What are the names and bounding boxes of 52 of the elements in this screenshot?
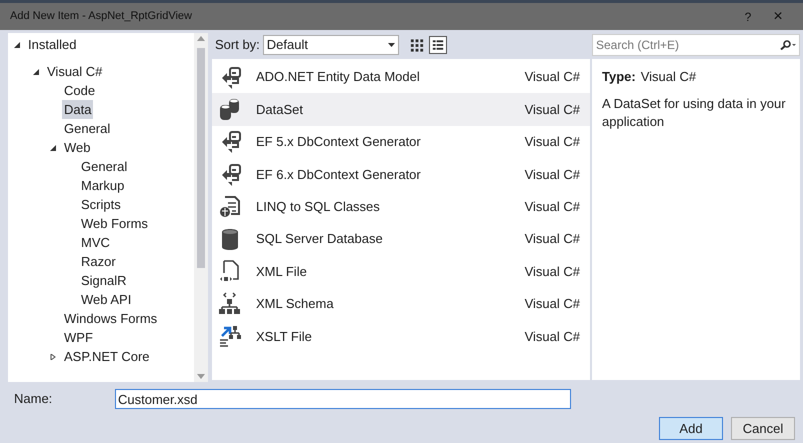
tree-item[interactable]: SignalR	[79, 270, 129, 290]
tree-item[interactable]: Razor	[79, 252, 118, 272]
transform-arrow-icon	[218, 324, 242, 349]
hierarchy-icon	[218, 291, 242, 316]
tree-item[interactable]: Web	[62, 138, 92, 158]
tree-item[interactable]: ASP.NET Core	[62, 346, 152, 366]
template-row[interactable]: XML File Visual C#	[212, 255, 590, 288]
tree-item[interactable]: Data	[62, 100, 94, 120]
template-row[interactable]: ADO.NET Entity Data Model Visual C#	[212, 61, 590, 94]
template-row[interactable]: XSLT File Visual C#	[212, 320, 590, 353]
tree-item[interactable]: Code	[62, 80, 98, 100]
type-value: Visual C#	[640, 68, 696, 86]
template-row[interactable]: EF 6.x DbContext Generator Visual C#	[212, 158, 590, 191]
scroll-thumb[interactable]	[197, 48, 205, 268]
template-row[interactable]: SQL Server Database Visual C#	[212, 222, 590, 256]
name-input[interactable]: Customer.xsd	[115, 389, 571, 409]
tree-item[interactable]: General	[62, 118, 112, 138]
tree-item[interactable]: General	[79, 156, 130, 176]
sort-label: Sort by:	[215, 36, 260, 54]
expanded-arrow-icon[interactable]	[14, 42, 20, 48]
window-title: Add New Item - AspNet_RptGridView	[10, 9, 192, 24]
dialog-button[interactable]: Cancel	[731, 417, 795, 440]
tree-item[interactable]: MVC	[79, 232, 112, 252]
type-label: Type:	[602, 68, 636, 86]
template-row[interactable]: LINQ to SQL Classes Visual C#	[212, 190, 590, 223]
grid-icon	[408, 36, 425, 54]
list-view-button[interactable]	[428, 36, 447, 54]
template-row[interactable]: EF 5.x DbContext Generator Visual C#	[212, 126, 590, 158]
caret-icon	[388, 43, 395, 47]
search-field[interactable]: Search (Ctrl+E)	[592, 34, 800, 56]
tree-item[interactable]: WPF	[62, 328, 95, 348]
tree-item[interactable]: Scripts	[79, 194, 123, 214]
tree-item[interactable]: Windows Forms	[62, 308, 160, 328]
tree-item[interactable]: Web API	[79, 290, 134, 310]
tree-item[interactable]: Visual C#	[45, 62, 104, 82]
scrollbar[interactable]	[194, 33, 208, 382]
help-button[interactable]: ?	[733, 8, 763, 26]
dialog-button[interactable]: Add	[659, 417, 723, 440]
database-pair-icon	[218, 97, 242, 122]
expanded-arrow-icon[interactable]	[50, 144, 56, 150]
search-icon	[780, 40, 796, 50]
collapsed-arrow-icon[interactable]	[50, 354, 56, 360]
name-label: Name:	[14, 390, 54, 408]
tree-item[interactable]: Installed	[26, 34, 78, 54]
template-row[interactable]: XML Schema Visual C#	[212, 288, 590, 320]
close-button[interactable]: ×	[763, 4, 793, 28]
tree-item[interactable]: Web Forms	[79, 214, 150, 234]
sort-dropdown[interactable]: Default	[262, 35, 399, 55]
expanded-arrow-icon[interactable]	[33, 68, 39, 74]
tree-item[interactable]: Markup	[79, 176, 126, 196]
template-row[interactable]: DataSet Visual C#	[212, 93, 590, 126]
template-description: A DataSet for using data in your application	[602, 94, 787, 130]
